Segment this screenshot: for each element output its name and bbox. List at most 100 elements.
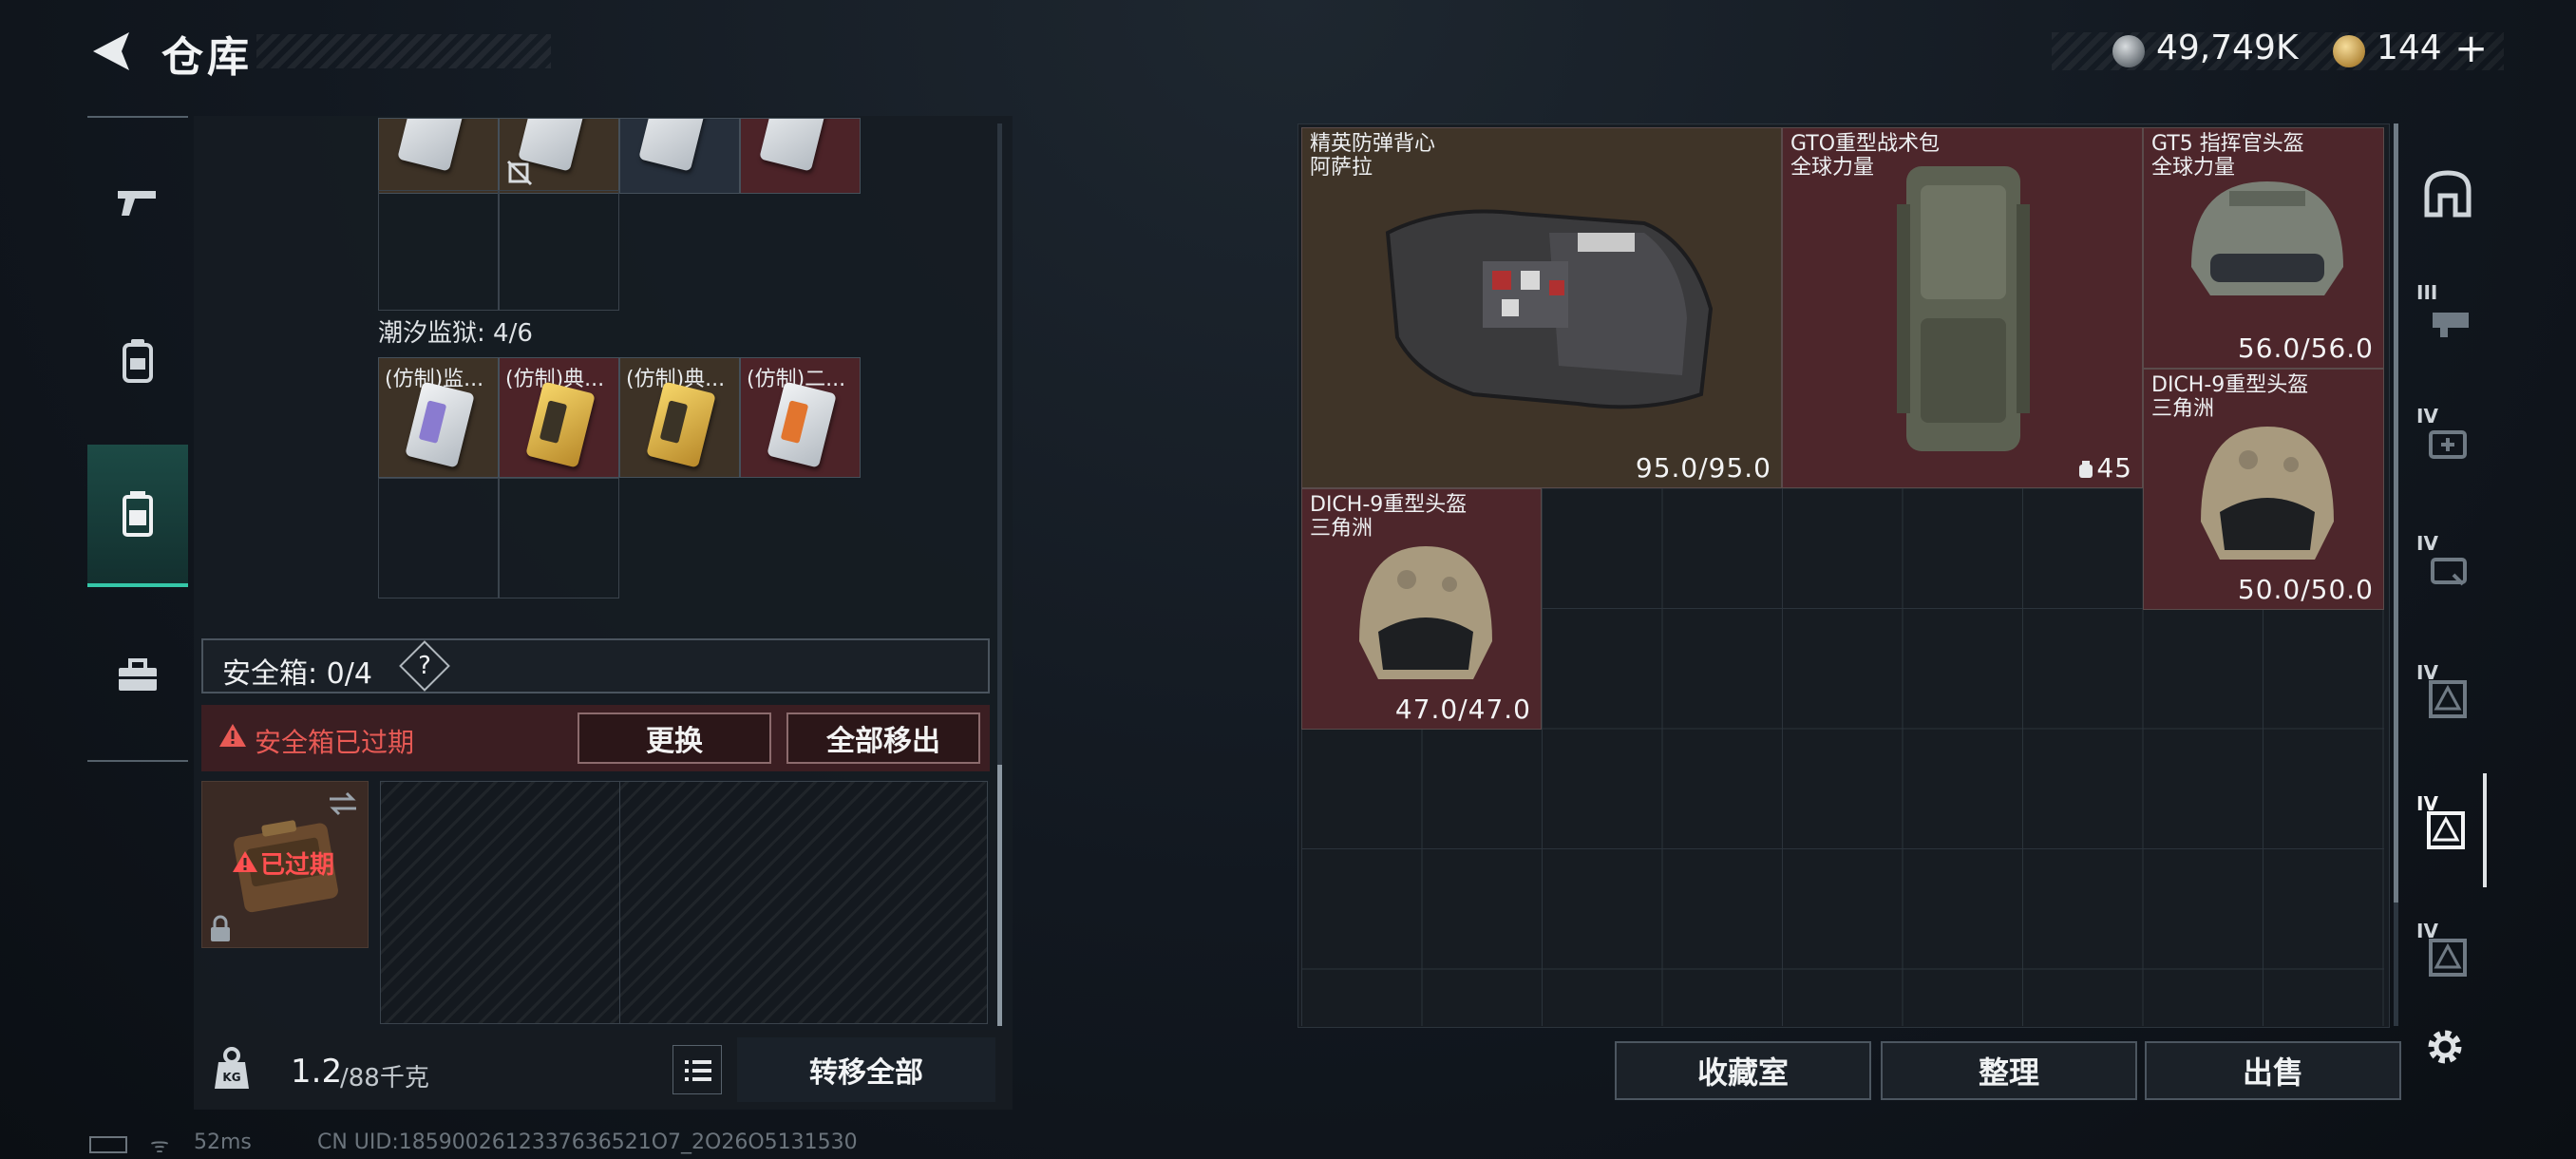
stash-item[interactable]: DICH-9重型头盔 三角洲 47.0/47.0 (1301, 488, 1542, 730)
replace-button[interactable]: 更换 (578, 712, 771, 764)
helmet-icon (2191, 181, 2343, 295)
stash-item[interactable]: DICH-9重型头盔 三角洲 50.0/50.0 (2143, 369, 2384, 610)
uid-text: CN UID:1859002612337636521O7_2O26O513153… (317, 1130, 858, 1154)
item-name: DICH-9重型头盔 (2151, 373, 2309, 397)
partial-key-slot[interactable] (378, 118, 499, 194)
tier-label: IV (2416, 532, 2438, 555)
rail-weapons[interactable] (87, 131, 188, 274)
rail-divider (87, 116, 188, 118)
key-card-icon (397, 119, 467, 172)
armor-vest-icon (1385, 209, 1714, 409)
partial-key-slot[interactable] (499, 118, 619, 194)
filter-tier-button[interactable]: IV (2409, 773, 2487, 887)
filter-tier-button[interactable]: IV (2409, 901, 2487, 1015)
money-coin-icon (2112, 35, 2145, 67)
partial-key-slot[interactable] (740, 118, 861, 194)
tier-label: IV (2416, 792, 2438, 815)
tier-label: III (2416, 281, 2438, 304)
stash-item[interactable]: 精英防弹背心 阿萨拉 95.0/95.0 (1301, 127, 1782, 488)
rail-container[interactable] (87, 445, 188, 587)
tier-label: IV (2416, 920, 2438, 942)
case-expired-label: 已过期 (260, 851, 335, 880)
key-slot[interactable]: (仿制)二... (740, 357, 861, 478)
item-name: GT5 指挥官头盔 (2151, 132, 2304, 156)
pistol-icon (118, 191, 156, 216)
back-button[interactable] (87, 27, 137, 76)
grid-divider (619, 781, 620, 1024)
key-card-icon (525, 381, 596, 468)
money-value: 49,749K (2156, 28, 2299, 67)
key-slot[interactable]: (仿制)典... (619, 357, 740, 478)
settings-button[interactable] (2420, 1022, 2470, 1072)
add-currency-button[interactable]: + (2454, 25, 2488, 71)
swap-icon (330, 791, 356, 816)
page-title: 仓库 (161, 33, 253, 82)
safe-box-grid[interactable] (380, 781, 988, 1024)
coupon-value: 144 (2377, 28, 2442, 67)
container-icon (123, 491, 153, 537)
warning-icon (233, 851, 257, 872)
helmet-icon (1359, 546, 1492, 679)
rail-equipment[interactable] (87, 289, 188, 431)
key-card-icon (646, 381, 716, 468)
rail-toolbox[interactable] (87, 604, 188, 747)
item-name: 精英防弹背心 (1310, 132, 1436, 156)
filter-tier-button[interactable]: IV (2409, 386, 2487, 500)
weight-current: 1.2 (291, 1053, 343, 1091)
no-transfer-icon (506, 160, 533, 186)
key-card-icon (767, 381, 837, 468)
key-slot[interactable]: (仿制)监... (378, 357, 499, 478)
list-icon (685, 1060, 711, 1081)
item-durability: 47.0/47.0 (1394, 694, 1531, 725)
empty-slot[interactable] (378, 190, 499, 311)
filter-tier-button[interactable]: IV (2409, 642, 2487, 756)
item-durability: 95.0/95.0 (1635, 452, 1771, 484)
wifi-icon: ᯤ (150, 1134, 170, 1158)
sell-button[interactable]: 出售 (2145, 1041, 2401, 1100)
stash-item[interactable]: GT5 指挥官头盔 全球力量 56.0/56.0 (2143, 127, 2384, 369)
weight-icon: KG (215, 1047, 249, 1089)
item-durability: 56.0/56.0 (2237, 332, 2374, 364)
gear-icon (2428, 1030, 2462, 1064)
partial-key-slot[interactable] (619, 118, 740, 194)
item-name: DICH-9重型头盔 (1310, 493, 1468, 517)
back-arrow-icon (93, 32, 129, 70)
filter-all-button[interactable] (2409, 137, 2487, 251)
header-decor-stripe (256, 34, 551, 68)
item-durability: 50.0/50.0 (2237, 574, 2374, 605)
key-card-icon (405, 381, 475, 468)
key-card-icon (759, 119, 829, 172)
stash-scrollbar-thumb[interactable] (2394, 124, 2398, 902)
safe-box-label: 安全箱: 0/4 (222, 657, 372, 691)
item-capacity: 45 (2096, 452, 2132, 484)
stash-item[interactable]: GTO重型战术包 全球力量 45 (1782, 127, 2143, 488)
sort-button[interactable]: 整理 (1881, 1041, 2137, 1100)
warning-icon (219, 724, 246, 747)
empty-slot[interactable] (499, 190, 619, 311)
rail-divider (87, 760, 188, 762)
backpack-icon (1897, 166, 2030, 451)
key-slot[interactable]: (仿制)典... (499, 357, 619, 478)
tier-label: IV (2416, 661, 2438, 684)
prison-key-label: 潮汐监狱: 4/6 (378, 319, 533, 348)
move-all-out-button[interactable]: 全部移出 (786, 712, 980, 764)
empty-slot[interactable] (378, 478, 499, 598)
backpack-tab-icon (123, 339, 153, 383)
coupon-coin-icon (2333, 35, 2365, 67)
list-view-button[interactable] (672, 1045, 722, 1094)
collection-room-button[interactable]: 收藏室 (1615, 1041, 1871, 1100)
help-icon: ? (418, 652, 431, 680)
empty-slot[interactable] (499, 478, 619, 598)
filter-tier-button[interactable]: IV (2409, 513, 2487, 627)
toolbox-icon (119, 658, 157, 691)
left-scrollbar-thumb[interactable] (997, 765, 1002, 1026)
transfer-all-button[interactable]: 转移全部 (737, 1037, 995, 1102)
helmet-icon (2201, 427, 2334, 560)
filter-tier-button[interactable]: III (2409, 262, 2487, 376)
battery-icon (89, 1136, 127, 1153)
svg-text:KG: KG (222, 1071, 240, 1084)
tier-label: IV (2416, 405, 2438, 428)
weight-max: /88千克 (340, 1064, 429, 1092)
stash-all-icon (2424, 170, 2472, 218)
ping-value: 52ms (194, 1130, 252, 1154)
